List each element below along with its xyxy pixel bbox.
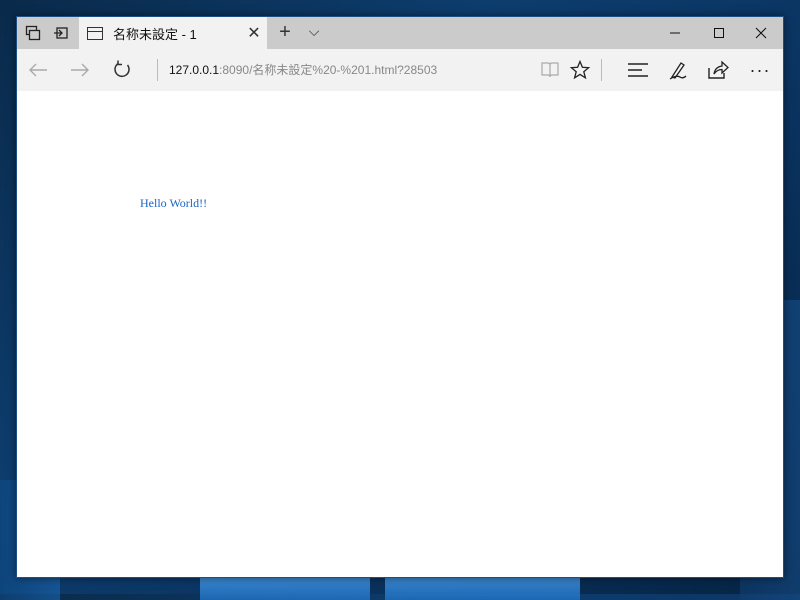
navigation-bar: 127.0.0.1:8090/名称未設定%20-%201.html?28503 … — [17, 49, 783, 91]
browser-window: 名称未設定 - 1 ✕ + ⌵ 127.0.0.1:8090/名称未設定%20-… — [16, 16, 784, 578]
chevron-down-icon[interactable]: ⌵ — [303, 23, 325, 40]
favorite-star-icon[interactable] — [567, 57, 593, 83]
minimize-button[interactable] — [653, 17, 697, 49]
tab-preview-icon[interactable] — [23, 23, 43, 43]
address-path: :8090/名称未設定%20-%201.html?28503 — [219, 63, 438, 77]
new-tab-button[interactable]: + — [273, 21, 297, 44]
back-button[interactable] — [25, 57, 51, 83]
share-icon[interactable] — [705, 57, 731, 83]
more-actions-button[interactable]: ··· — [747, 57, 773, 83]
maximize-button[interactable] — [697, 17, 741, 49]
address-bar[interactable]: 127.0.0.1:8090/名称未設定%20-%201.html?28503 — [169, 61, 437, 78]
tab-title: 名称未設定 - 1 — [113, 26, 197, 42]
forward-button[interactable] — [67, 57, 93, 83]
close-window-button[interactable] — [739, 17, 783, 49]
address-host: 127.0.0.1 — [169, 63, 220, 77]
web-note-icon[interactable] — [665, 57, 691, 83]
close-tab-icon[interactable]: ✕ — [241, 23, 267, 43]
page-icon — [87, 26, 103, 40]
tab-active[interactable]: 名称未設定 - 1 ✕ — [79, 17, 267, 49]
refresh-button[interactable] — [109, 57, 135, 83]
hub-icon[interactable] — [625, 57, 651, 83]
set-aside-tabs-icon[interactable] — [51, 23, 71, 43]
page-content: Hello World!! — [17, 91, 783, 577]
toolbar-divider — [601, 59, 602, 81]
title-bar: 名称未設定 - 1 ✕ + ⌵ — [17, 17, 783, 49]
toolbar-divider — [157, 59, 158, 81]
hello-world-text: Hello World!! — [140, 196, 208, 210]
reading-view-icon[interactable] — [537, 57, 563, 83]
